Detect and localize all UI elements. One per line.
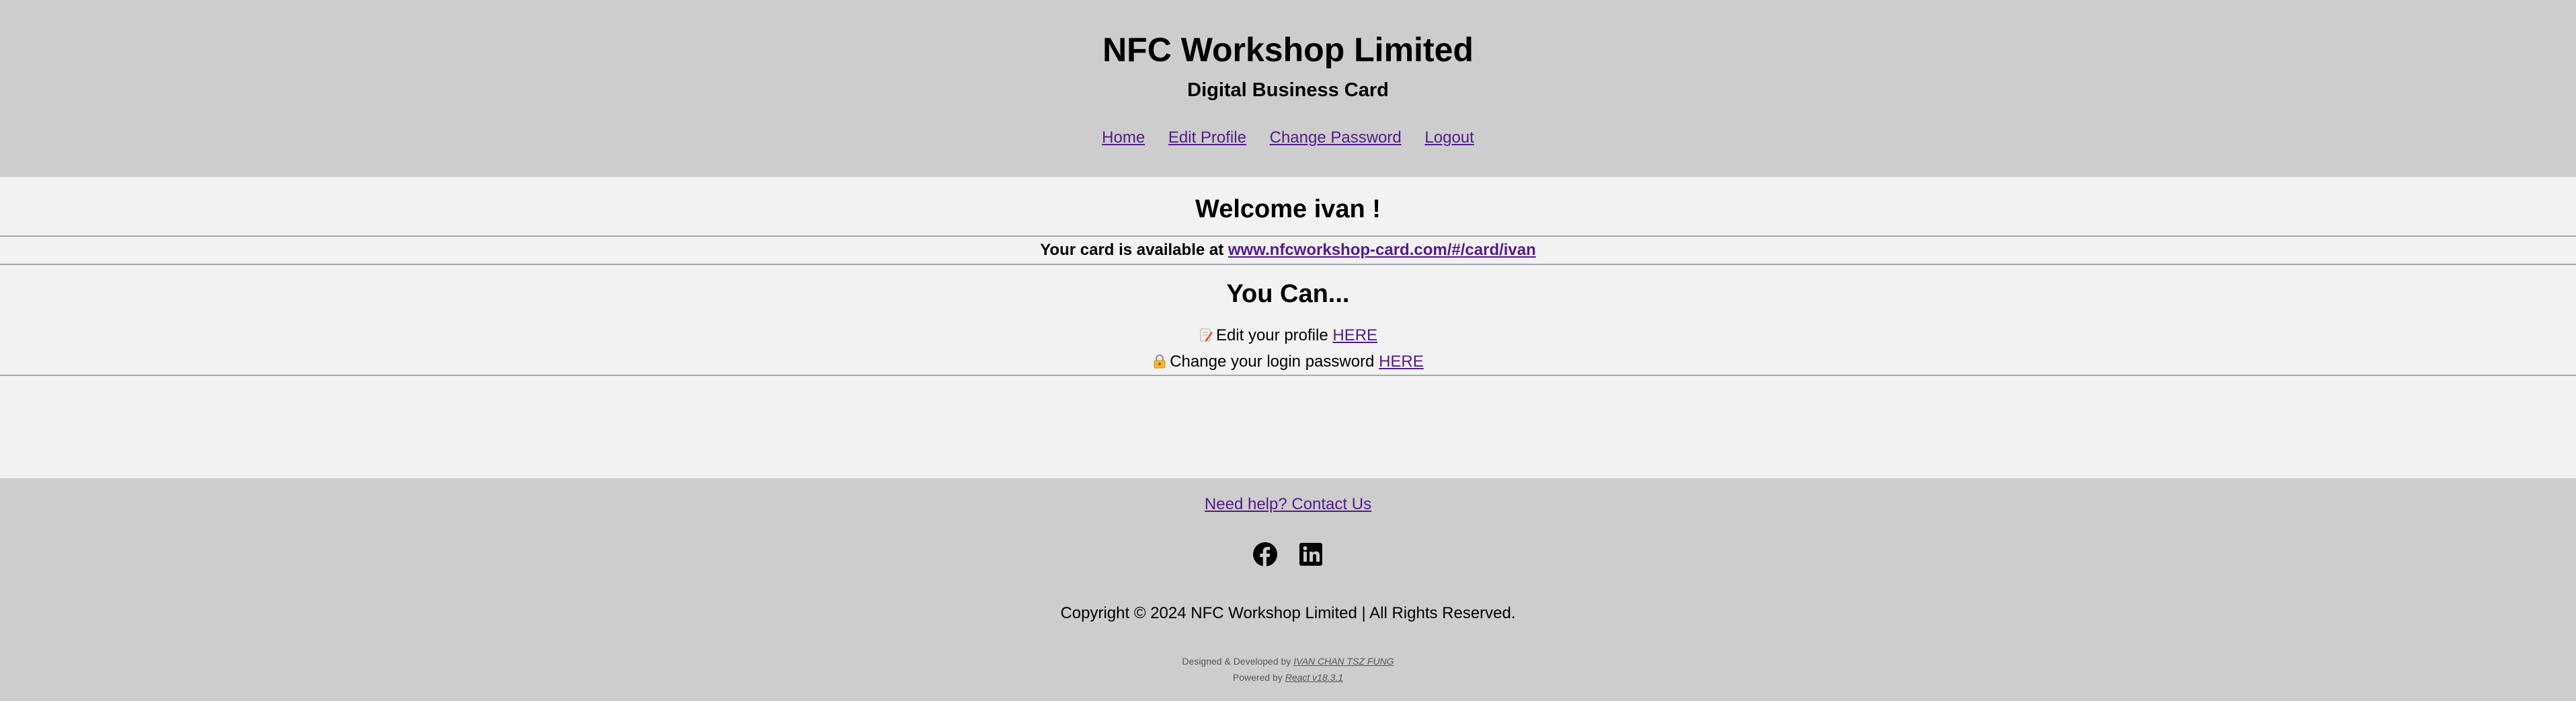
contact-us-link[interactable]: Need help? Contact Us bbox=[1205, 495, 1371, 513]
change-password-action: Change your login password HERE bbox=[0, 350, 2576, 374]
edit-profile-here-link[interactable]: HERE bbox=[1332, 326, 1377, 344]
divider bbox=[0, 235, 2576, 237]
card-availability-label: Your card is available at bbox=[1040, 241, 1224, 259]
nav-home-link[interactable]: Home bbox=[1102, 128, 1145, 147]
facebook-link[interactable] bbox=[1252, 542, 1278, 571]
social-links bbox=[0, 542, 2576, 571]
designer-link[interactable]: IVAN CHAN TSZ FUNG bbox=[1293, 656, 1394, 667]
change-password-text: Change your login password bbox=[1170, 352, 1375, 371]
lock-icon bbox=[1154, 354, 1166, 369]
card-url-link[interactable]: www.nfcworkshop-card.com/#/card/ivan bbox=[1228, 241, 1536, 259]
nav-logout-link[interactable]: Logout bbox=[1424, 128, 1474, 147]
edit-profile-text: Edit your profile bbox=[1215, 326, 1328, 344]
company-name: NFC Workshop Limited bbox=[1102, 31, 1474, 69]
help-line: Need help? Contact Us bbox=[0, 492, 2576, 517]
change-password-here-link[interactable]: HERE bbox=[1379, 352, 1424, 371]
main-content: Welcome ivan ! Your card is available at… bbox=[0, 177, 2576, 478]
linkedin-icon bbox=[1299, 543, 1322, 566]
divider bbox=[0, 264, 2576, 265]
react-link[interactable]: React v18.3.1 bbox=[1285, 672, 1343, 683]
designed-by-line: Designed & Developed by IVAN CHAN TSZ FU… bbox=[0, 653, 2576, 669]
site-subtitle: Digital Business Card bbox=[1187, 79, 1389, 101]
main-nav: Home Edit Profile Change Password Logout bbox=[0, 126, 2576, 149]
site-footer: Need help? Contact Us Copyright © 2024 N… bbox=[0, 478, 2576, 701]
you-can-heading: You Can... bbox=[1226, 280, 1350, 308]
linkedin-link[interactable] bbox=[1298, 542, 1324, 571]
divider bbox=[0, 375, 2576, 376]
powered-by-line: Powered by React v18.3.1 bbox=[0, 669, 2576, 685]
copyright-text: Copyright © 2024 NFC Workshop Limited | … bbox=[1060, 604, 1516, 622]
facebook-icon bbox=[1253, 542, 1277, 566]
edit-profile-action: Edit your profile HERE bbox=[0, 324, 2576, 348]
bottom-strip bbox=[0, 701, 2576, 707]
site-header: NFC Workshop Limited Digital Business Ca… bbox=[0, 0, 2576, 177]
powered-by-label: Powered by bbox=[1232, 672, 1283, 683]
nav-change-password-link[interactable]: Change Password bbox=[1270, 128, 1402, 147]
memo-icon bbox=[1200, 328, 1213, 342]
designed-by-label: Designed & Developed by bbox=[1182, 656, 1291, 667]
card-availability: Your card is available at www.nfcworksho… bbox=[0, 237, 2576, 263]
credits: Designed & Developed by IVAN CHAN TSZ FU… bbox=[0, 653, 2576, 685]
welcome-heading: Welcome ivan ! bbox=[1195, 195, 1381, 223]
nav-edit-profile-link[interactable]: Edit Profile bbox=[1168, 128, 1246, 147]
